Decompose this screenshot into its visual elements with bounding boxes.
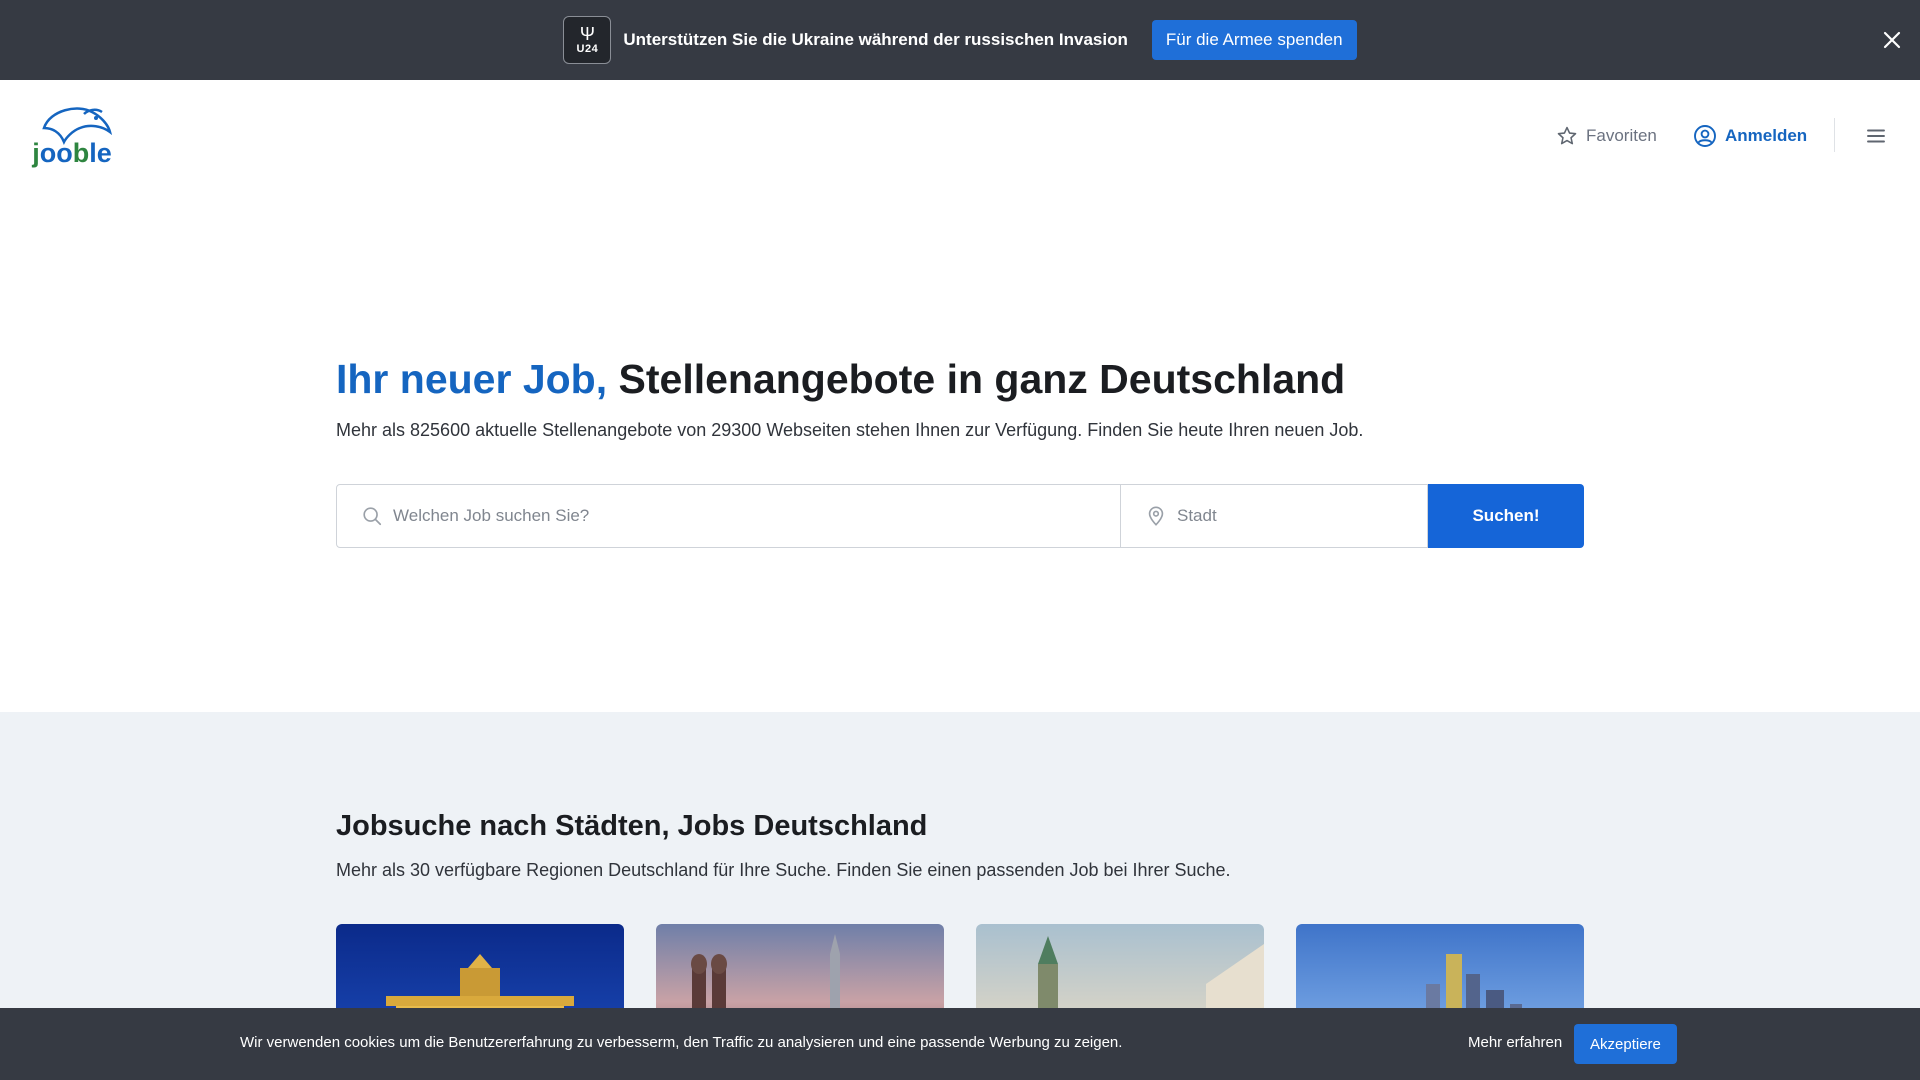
- page-title: Ihr neuer Job, Stellenangebote in ganz D…: [336, 356, 1345, 403]
- job-search-field[interactable]: [336, 484, 1121, 548]
- cookie-message: Wir verwenden cookies um die Benutzererf…: [240, 1034, 1123, 1051]
- hero-subtitle: Mehr als 825600 aktuelle Stellenangebote…: [336, 420, 1364, 440]
- cities-title: Jobsuche nach Städten, Jobs Deutschland: [336, 810, 928, 842]
- cookie-accept-button[interactable]: Akzeptiere: [1574, 1024, 1677, 1064]
- logo-wordmark: jooble: [32, 138, 112, 168]
- cities-subtitle: Mehr als 30 verfügbare Regionen Deutschl…: [336, 860, 1231, 880]
- search-button[interactable]: Suchen!: [1428, 484, 1584, 548]
- city-search-input[interactable]: [1177, 506, 1403, 526]
- trident-icon: Ψ: [579, 24, 595, 44]
- cookie-banner: Wir verwenden cookies um die Benutzererf…: [0, 1008, 1920, 1080]
- page-title-rest: Stellenangebote in ganz Deutschland: [618, 356, 1346, 402]
- hamburger-menu-icon[interactable]: [1864, 124, 1888, 148]
- nav-divider: [1834, 118, 1835, 152]
- login-link[interactable]: Anmelden: [1693, 124, 1807, 148]
- jooble-logo[interactable]: jooble: [30, 102, 114, 170]
- u24-logo: Ψ U24: [563, 16, 612, 64]
- banner-message: Unterstützen Sie die Ukraine während der…: [623, 30, 1128, 49]
- hero-section: Ihr neuer Job, Stellenangebote in ganz D…: [0, 192, 1920, 712]
- city-search-field[interactable]: [1121, 484, 1428, 548]
- cookie-more-link[interactable]: Mehr erfahren: [1468, 1034, 1562, 1051]
- u24-logo-text: U24: [576, 43, 599, 55]
- close-icon[interactable]: [1878, 26, 1906, 54]
- page-title-accent: Ihr neuer Job,: [336, 356, 608, 402]
- search-bar: Suchen!: [336, 484, 1584, 548]
- donate-button[interactable]: Für die Armee spenden: [1151, 20, 1357, 60]
- user-icon: [1694, 125, 1716, 147]
- location-pin-icon: [1148, 506, 1164, 526]
- star-icon: [1557, 126, 1577, 145]
- site-header: jooble Favoriten Anmelden: [0, 80, 1920, 192]
- job-search-input[interactable]: [393, 506, 1001, 526]
- favorites-label: Favoriten: [1586, 126, 1657, 145]
- login-label: Anmelden: [1725, 126, 1808, 145]
- ukraine-support-banner: Ψ U24 Unterstützen Sie die Ukraine währe…: [0, 0, 1920, 80]
- search-icon: [363, 507, 382, 526]
- favorites-link[interactable]: Favoriten: [1556, 124, 1657, 148]
